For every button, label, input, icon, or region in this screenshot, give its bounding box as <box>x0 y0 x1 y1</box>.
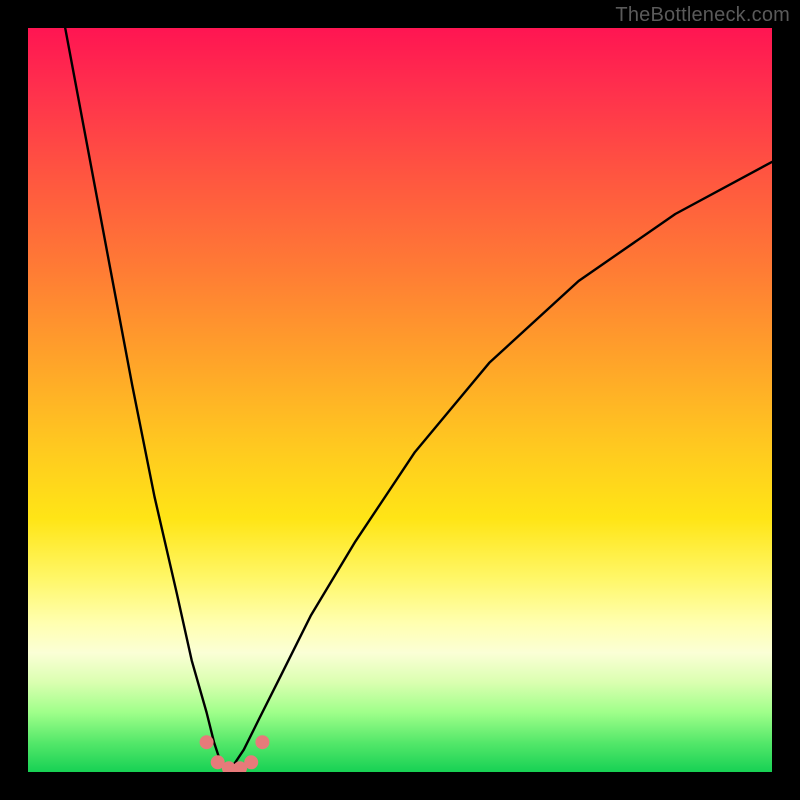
watermark-text: TheBottleneck.com <box>615 4 790 27</box>
trough-marker <box>200 735 214 749</box>
plot-area <box>28 28 772 772</box>
trough-marker <box>255 735 269 749</box>
trough-marker <box>244 755 258 769</box>
curve-layer <box>28 28 772 772</box>
curve-left-branch <box>65 28 229 772</box>
chart-frame: TheBottleneck.com <box>0 0 800 800</box>
curve-right-branch <box>229 162 772 772</box>
